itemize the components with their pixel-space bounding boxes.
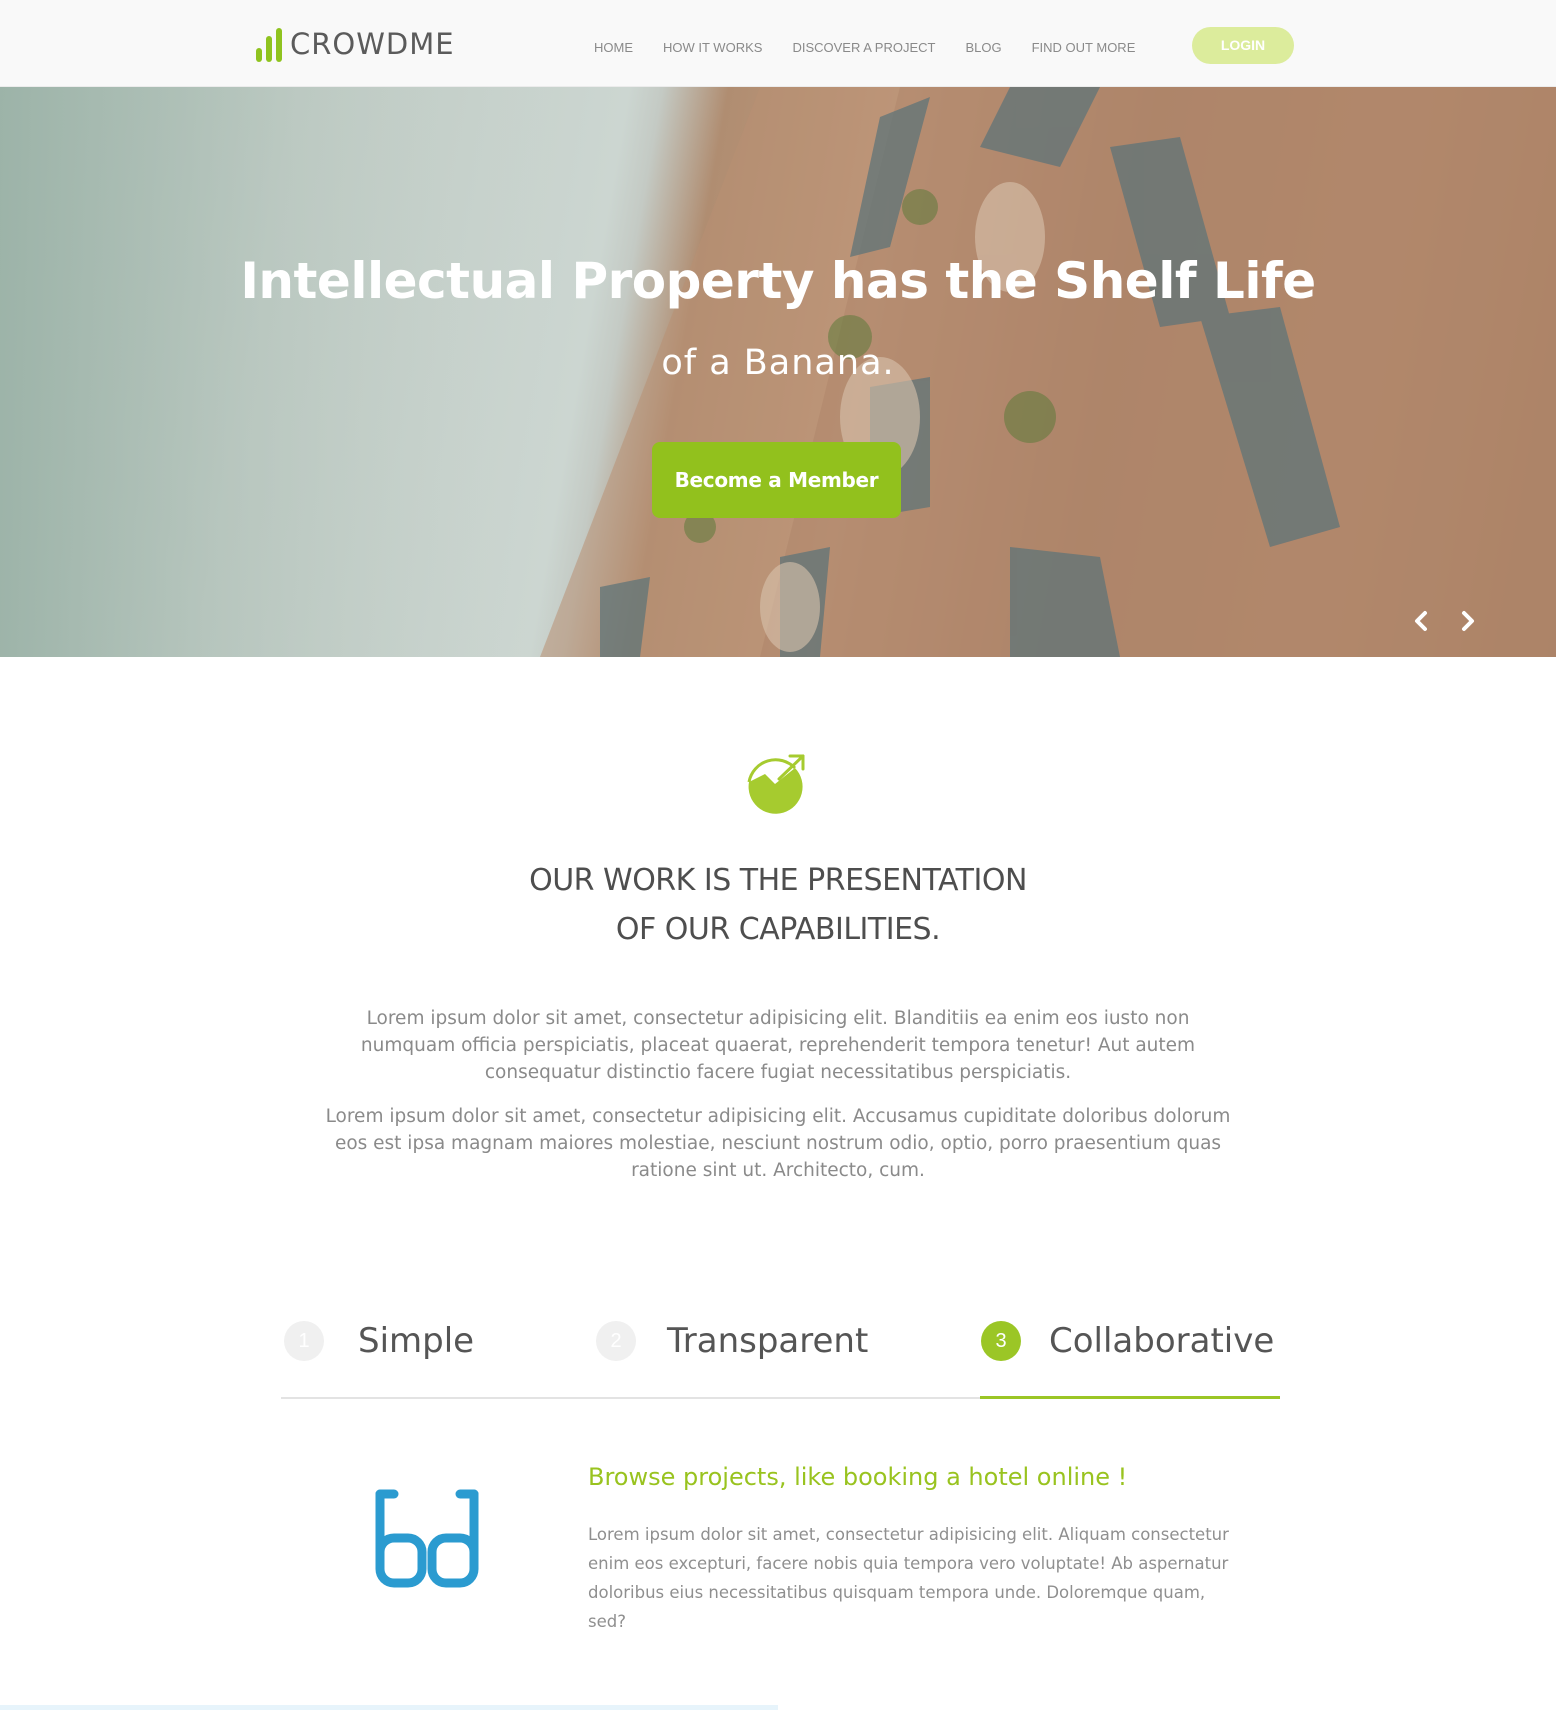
chevron-left-icon[interactable]	[1409, 608, 1435, 634]
glasses-icon	[375, 1489, 479, 1588]
feature-tabs: 1 Simple 2 Transparent 3 Collaborative	[281, 1315, 1280, 1399]
tab-number-badge: 2	[596, 1321, 636, 1361]
main-nav: HOME HOW IT WORKS DISCOVER A PROJECT BLO…	[594, 40, 1165, 55]
nav-item-find-out-more[interactable]: FIND OUT MORE	[1032, 40, 1136, 55]
nav-item-blog[interactable]: BLOG	[965, 40, 1001, 55]
about-heading: OUR WORK IS THE PRESENTATION OF OUR CAPA…	[0, 856, 1556, 954]
hero-slider: Intellectual Property has the Shelf Life…	[0, 87, 1556, 657]
nav-item-home[interactable]: HOME	[594, 40, 633, 55]
about-paragraph-2: Lorem ipsum dolor sit amet, consectetur …	[325, 1106, 1231, 1181]
hero-title: Intellectual Property has the Shelf Life	[240, 252, 1316, 310]
about-heading-line-1: OUR WORK IS THE PRESENTATION	[529, 863, 1027, 898]
site-header: CROWDME HOME HOW IT WORKS DISCOVER A PRO…	[0, 0, 1556, 87]
tab-label: Collaborative	[1049, 1321, 1275, 1361]
nav-item-discover-a-project[interactable]: DISCOVER A PROJECT	[792, 40, 935, 55]
nav-item-how-it-works[interactable]: HOW IT WORKS	[663, 40, 762, 55]
bar-chart-logo-icon	[256, 26, 282, 62]
tab-label: Simple	[358, 1321, 475, 1361]
chevron-right-icon[interactable]	[1454, 608, 1480, 634]
about-heading-line-2: OF OUR CAPABILITIES.	[615, 912, 941, 947]
logo-text: CROWDME	[290, 27, 455, 61]
feature-title: Browse projects, like booking a hotel on…	[588, 1463, 1128, 1491]
tab-label: Transparent	[667, 1321, 869, 1361]
hero-subtitle: of a Banana.	[661, 343, 895, 383]
about-paragraph-1: Lorem ipsum dolor sit amet, consectetur …	[360, 1008, 1196, 1083]
bottom-section-edge	[0, 1705, 778, 1710]
login-button[interactable]: LOGIN	[1192, 27, 1294, 64]
feature-text: Lorem ipsum dolor sit amet, consectetur …	[588, 1525, 1229, 1631]
logo[interactable]: CROWDME	[256, 22, 455, 62]
tab-number-badge: 3	[981, 1321, 1021, 1361]
become-member-button[interactable]: Become a Member	[652, 442, 901, 518]
tab-number-badge: 1	[284, 1321, 324, 1361]
growth-chart-icon	[747, 754, 805, 814]
active-tab-indicator	[980, 1396, 1280, 1399]
